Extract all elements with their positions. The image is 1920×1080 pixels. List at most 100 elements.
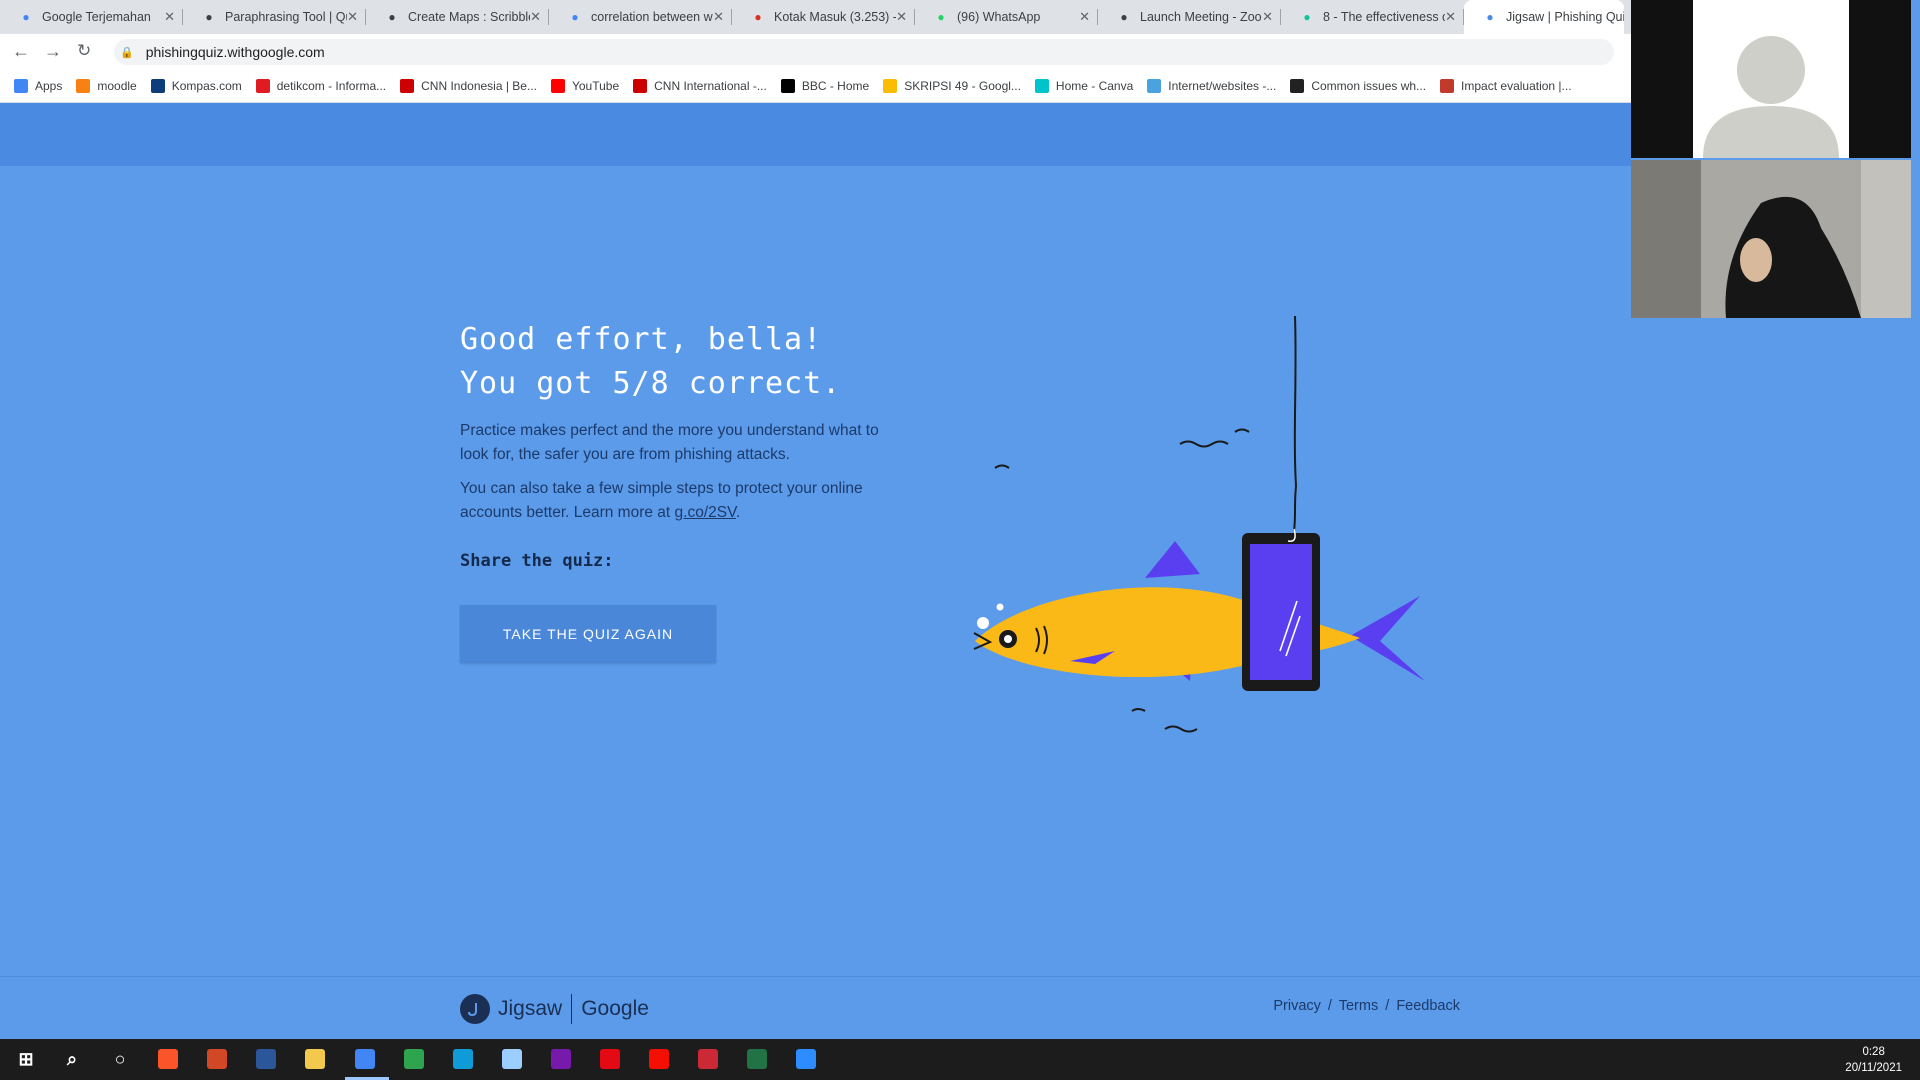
site-header — [0, 103, 1631, 166]
tab-title: Google Terjemahan — [42, 10, 151, 24]
system-clock[interactable]: 0:28 20/11/2021 — [1845, 1044, 1902, 1076]
acrobat-icon[interactable] — [649, 1049, 669, 1069]
forward-icon[interactable]: → — [44, 41, 62, 62]
browser-tab[interactable]: ● Create Maps : Scribble ✕ — [366, 0, 549, 34]
bookmark-item[interactable]: moodle — [76, 79, 137, 93]
zotero-icon[interactable] — [698, 1049, 718, 1069]
zoom-icon[interactable] — [796, 1049, 816, 1069]
result-heading: Good effort, bella! You got 5/8 correct. — [460, 318, 841, 406]
brave-icon[interactable] — [158, 1049, 178, 1069]
take-quiz-again-button[interactable]: TAKE THE QUIZ AGAIN — [460, 605, 716, 663]
tab-title: (96) WhatsApp — [957, 10, 1041, 24]
browser-tab[interactable]: ● Paraphrasing Tool | Qu ✕ — [183, 0, 366, 34]
water-squiggle — [1179, 440, 1229, 448]
back-icon[interactable]: ← — [12, 41, 30, 62]
fish-tail — [1350, 596, 1425, 681]
close-tab-icon[interactable]: ✕ — [164, 9, 175, 25]
bookmark-label: SKRIPSI 49 - Googl... — [904, 79, 1021, 93]
address-bar[interactable]: 🔒 phishingquiz.withgoogle.com — [114, 39, 1614, 65]
cortana-icon[interactable]: ○ — [108, 1047, 132, 1071]
bookmark-item[interactable]: Impact evaluation |... — [1440, 79, 1572, 93]
cnn-icon — [633, 79, 648, 93]
bookmark-item[interactable]: SKRIPSI 49 - Googl... — [883, 79, 1021, 93]
globe-icon: ● — [1120, 10, 1128, 24]
bookmark-item[interactable]: Kompas.com — [150, 79, 242, 93]
bookmark-item[interactable]: BBC - Home — [780, 79, 870, 93]
close-tab-icon[interactable]: ✕ — [1079, 9, 1090, 25]
clock-time: 0:28 — [1862, 1046, 1885, 1058]
bookmark-item[interactable]: Apps — [14, 79, 62, 93]
close-tab-icon[interactable]: ✕ — [1445, 9, 1456, 25]
close-tab-icon[interactable]: ✕ — [347, 9, 358, 25]
browser-tab[interactable]: ● 8 - The effectiveness o ✕ — [1281, 0, 1464, 34]
close-tab-icon[interactable]: ✕ — [896, 9, 907, 25]
water-squiggle — [994, 464, 1010, 469]
onenote-icon[interactable] — [551, 1049, 571, 1069]
greeting-line: Good effort, bella! — [460, 322, 823, 357]
terms-link[interactable]: Terms — [1339, 998, 1378, 1014]
tab-title: Kotak Masuk (3.253) - — [774, 10, 896, 24]
bookmark-label: BBC - Home — [801, 79, 870, 93]
tab-title: Launch Meeting - Zoo — [1140, 10, 1262, 24]
file-explorer-icon[interactable] — [305, 1049, 325, 1069]
search-icon[interactable]: ⌕ — [60, 1047, 84, 1071]
lock-icon: 🔒 — [120, 46, 134, 59]
bubble — [977, 617, 989, 629]
browser-tab-strip: ● Google Terjemahan ✕ ● Paraphrasing Tool | … — [0, 0, 1631, 34]
bookmark-item[interactable]: Internet/websites -... — [1147, 79, 1276, 93]
store-icon[interactable] — [502, 1049, 522, 1069]
browser-tab[interactable]: ● Kotak Masuk (3.253) - ✕ — [732, 0, 915, 34]
browser-tab[interactable]: ● Jigsaw | Phishing Quiz — [1464, 0, 1624, 34]
powerpoint-icon[interactable] — [207, 1049, 227, 1069]
bookmark-item[interactable]: CNN International -... — [633, 79, 767, 93]
bookmark-item[interactable]: CNN Indonesia | Be... — [400, 79, 537, 93]
brand-divider — [571, 994, 573, 1024]
footer-brand[interactable]: Jigsaw Google — [460, 994, 649, 1024]
phished-fish-illustration — [973, 316, 1425, 733]
browser-tab[interactable]: ● Google Terjemahan ✕ — [0, 0, 183, 34]
start-icon[interactable]: ⊞ — [14, 1047, 38, 1071]
footer-links: Privacy / Terms / Feedback — [1273, 998, 1460, 1014]
browser-toolbar: ← → ↻ 🔒 phishingquiz.withgoogle.com — [0, 34, 1631, 70]
privacy-link[interactable]: Privacy — [1273, 998, 1321, 1014]
bookmark-label: Internet/websites -... — [1168, 79, 1277, 93]
close-tab-icon[interactable]: ✕ — [713, 9, 724, 25]
browser-tab[interactable]: ● (96) WhatsApp ✕ — [915, 0, 1098, 34]
bookmark-item[interactable]: YouTube — [550, 79, 620, 93]
bookmark-item[interactable]: Common issues wh... — [1290, 79, 1426, 93]
netflix-icon[interactable] — [600, 1049, 620, 1069]
tab-title: Create Maps : Scribble — [408, 10, 530, 24]
edge-icon[interactable] — [453, 1049, 473, 1069]
chrome-icon[interactable] — [355, 1049, 375, 1069]
brand-jigsaw: Jigsaw — [498, 997, 563, 1020]
bookmark-item[interactable]: detikcom - Informa... — [255, 79, 386, 93]
learn-more-link[interactable]: g.co/2SV — [675, 504, 736, 521]
close-tab-icon[interactable]: ✕ — [1262, 9, 1273, 25]
bookmark-label: CNN International -... — [654, 79, 767, 93]
practice-paragraph: Practice makes perfect and the more you … — [460, 422, 879, 463]
word-icon[interactable] — [256, 1049, 276, 1069]
browser-tab[interactable]: ● Launch Meeting - Zoo ✕ — [1098, 0, 1281, 34]
close-tab-icon[interactable]: ✕ — [530, 9, 541, 25]
impact-icon — [1440, 79, 1455, 93]
feedback-link[interactable]: Feedback — [1396, 998, 1460, 1014]
protect-paragraph: You can also take a few simple steps to … — [460, 477, 910, 525]
reload-icon[interactable]: ↻ — [77, 41, 91, 61]
bbc-icon — [780, 79, 795, 93]
participant-video-avatar — [1631, 0, 1911, 158]
bookmark-label: CNN Indonesia | Be... — [421, 79, 537, 93]
grammarly-icon: ● — [1303, 10, 1311, 24]
participant-video-camera — [1631, 160, 1911, 318]
edge-beta-icon[interactable] — [404, 1049, 424, 1069]
bookmark-item[interactable]: Home - Canva — [1034, 79, 1134, 93]
excel-icon[interactable] — [747, 1049, 767, 1069]
protect-text: You can also take a few simple steps to … — [460, 480, 863, 521]
bookmark-label: moodle — [97, 79, 137, 93]
bookmark-label: Apps — [35, 79, 63, 93]
water-squiggle — [1131, 708, 1146, 712]
browser-tab[interactable]: ● correlation between w ✕ — [549, 0, 732, 34]
tab-title: 8 - The effectiveness o — [1323, 10, 1445, 24]
jigsaw-logo-icon — [460, 994, 490, 1024]
bookmark-label: YouTube — [571, 79, 620, 93]
bookmark-label: Home - Canva — [1055, 79, 1134, 93]
